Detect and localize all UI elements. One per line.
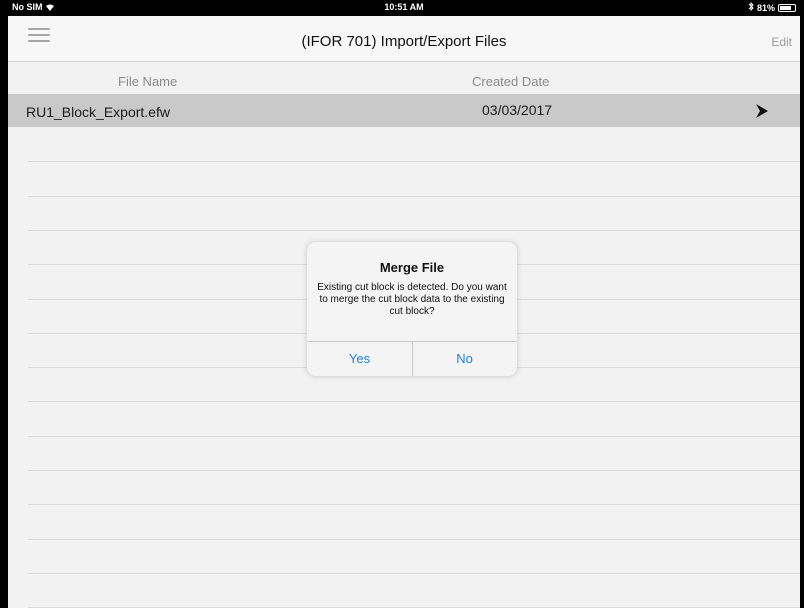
edit-button[interactable]: Edit	[771, 35, 792, 49]
table-row[interactable]: RU1_Block_Export.efw 03/03/2017	[8, 94, 800, 127]
row-separator	[28, 229, 800, 231]
row-separator	[28, 161, 800, 163]
alert-title: Merge File	[379, 260, 445, 275]
row-separator	[28, 470, 800, 471]
bluetooth-icon	[748, 1, 754, 13]
page-title: (IFOR 701) Import/Export Files	[301, 33, 507, 50]
row-file-name: RU1_Block_Export.efw	[26, 104, 170, 120]
chevron-right-icon	[755, 103, 769, 119]
row-separator	[28, 504, 800, 506]
navigation-bar: (IFOR 701) Import/Export Files Edit	[8, 16, 800, 62]
app-screen: No SIM 10:51 AM 81% (IFOR 701) Import/Ex…	[8, 0, 800, 608]
device-left-edge	[0, 0, 8, 608]
row-separator	[28, 435, 800, 437]
column-header-created-date: Created Date	[472, 74, 550, 89]
battery-icon	[778, 3, 796, 12]
table-header: File Name Created Date	[8, 62, 800, 94]
row-separator	[28, 572, 800, 574]
status-right: 81%	[748, 1, 796, 13]
column-header-file-name: File Name	[118, 74, 178, 89]
row-separator	[28, 538, 800, 540]
no-button[interactable]: No	[412, 341, 517, 376]
status-time: 10:51 AM	[384, 2, 424, 12]
device-right-edge	[800, 0, 804, 608]
row-separator	[28, 401, 800, 403]
battery-percent: 81%	[756, 2, 775, 13]
battery-fill	[780, 5, 791, 10]
alert-message: Existing cut block is detected. Do you w…	[317, 282, 507, 317]
row-created-date: 03/03/2017	[482, 102, 553, 118]
yes-button[interactable]: Yes	[307, 341, 412, 376]
row-separator	[28, 195, 800, 197]
merge-file-alert: Merge File Existing cut block is detecte…	[307, 242, 517, 376]
status-bar: No SIM 10:51 AM 81%	[8, 0, 800, 16]
